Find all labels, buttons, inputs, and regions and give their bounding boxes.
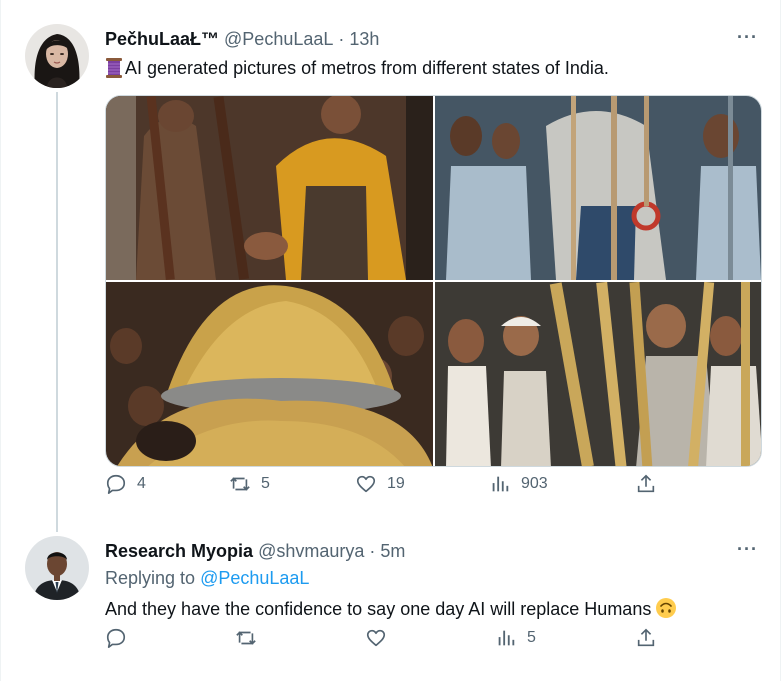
views-button[interactable]: 5 [495, 627, 536, 649]
retweet-icon [230, 477, 250, 491]
timeline: PečhuLaaŁ™ @PechuLaaL · 13h ··· AI gener… [0, 0, 781, 681]
user-handle[interactable]: @PechuLaaL [224, 29, 333, 50]
heart-icon [366, 629, 386, 647]
like-button[interactable] [365, 627, 397, 649]
media-image-2[interactable] [435, 96, 762, 280]
replying-to-prefix: Replying to [105, 568, 196, 588]
media-grid[interactable] [105, 95, 762, 467]
more-options-button[interactable]: ··· [737, 27, 758, 48]
timestamp[interactable]: 13h [349, 29, 379, 50]
share-button[interactable] [635, 473, 657, 495]
views-count: 5 [527, 629, 536, 646]
timestamp[interactable]: 5m [380, 541, 405, 562]
share-icon [637, 474, 655, 493]
tweet-text-body: AI generated pictures of metros from dif… [125, 58, 609, 78]
upside-down-face-icon [656, 598, 677, 618]
tweet-text: AI generated pictures of metros from dif… [105, 55, 609, 81]
tweet-text: And they have the confidence to say one … [105, 596, 677, 622]
thread-spool-icon [106, 58, 122, 78]
views-chart-icon [492, 476, 509, 492]
tweet-text-body: And they have the confidence to say one … [105, 599, 652, 619]
replying-to: Replying to @PechuLaaL [105, 568, 309, 589]
tweet-header: Research Myopia @shvmaurya · 5m [105, 541, 405, 562]
reply-icon [106, 474, 126, 494]
more-options-button[interactable]: ··· [737, 539, 758, 560]
share-button[interactable] [635, 627, 657, 649]
views-chart-icon [498, 630, 515, 646]
avatar[interactable] [25, 536, 89, 600]
retweet-icon [236, 631, 256, 645]
retweet-count: 5 [261, 475, 270, 492]
separator: · [369, 541, 376, 561]
share-icon [637, 628, 655, 647]
avatar[interactable] [25, 24, 89, 88]
heart-icon [356, 475, 376, 493]
media-image-1[interactable] [106, 96, 433, 281]
retweet-button[interactable]: 5 [229, 473, 270, 495]
like-count: 19 [387, 475, 405, 492]
reply-icon [106, 628, 126, 648]
reply-count: 4 [137, 475, 146, 492]
retweet-button[interactable] [235, 627, 267, 649]
separator: · [338, 29, 345, 49]
display-name[interactable]: PečhuLaaŁ™ [105, 29, 219, 50]
reply-button[interactable]: 4 [105, 473, 146, 495]
reply-button[interactable] [105, 627, 137, 649]
media-image-3[interactable] [106, 282, 433, 467]
thread-connector [56, 92, 58, 532]
media-image-4[interactable] [435, 281, 762, 467]
like-button[interactable]: 19 [355, 473, 405, 495]
views-count: 903 [521, 475, 548, 492]
display-name[interactable]: Research Myopia [105, 541, 253, 562]
user-handle[interactable]: @shvmaurya [258, 541, 364, 562]
replying-to-handle-link[interactable]: @PechuLaaL [200, 568, 309, 588]
tweet-header: PečhuLaaŁ™ @PechuLaaL · 13h [105, 29, 379, 50]
views-button[interactable]: 903 [489, 473, 548, 495]
